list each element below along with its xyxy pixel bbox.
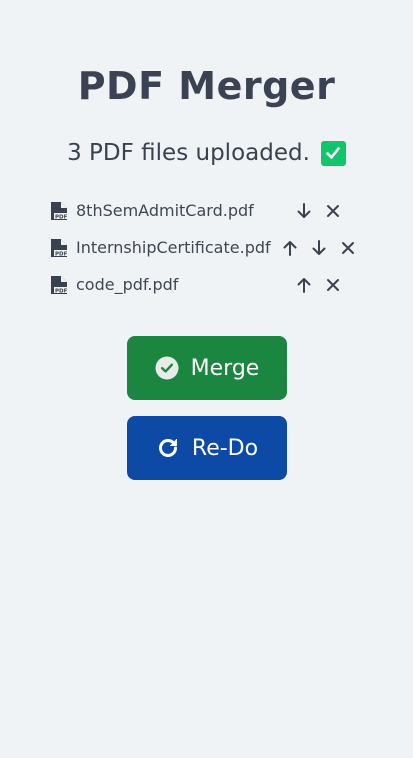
svg-text:PDF: PDF <box>55 215 68 221</box>
redo-button[interactable]: Re-Do <box>127 416 287 480</box>
move-down-button[interactable] <box>294 201 314 221</box>
upload-status-text: 3 PDF files uploaded. <box>67 140 310 166</box>
file-item: PDF 8thSemAdmitCard.pdf <box>50 199 254 223</box>
check-square-icon <box>320 140 346 166</box>
arrow-down-icon <box>312 240 326 255</box>
arrow-up-icon <box>283 241 297 256</box>
check-circle-icon <box>155 356 179 380</box>
move-up-button[interactable] <box>294 275 314 295</box>
arrow-down-icon <box>297 203 311 218</box>
move-down-button[interactable] <box>309 238 329 258</box>
file-item: PDF code_pdf.pdf <box>50 273 178 297</box>
remove-file-button[interactable] <box>338 238 358 258</box>
close-icon <box>327 205 339 217</box>
redo-arrow-icon <box>156 436 180 460</box>
remove-file-button[interactable] <box>323 201 343 221</box>
file-name: code_pdf.pdf <box>76 275 179 294</box>
svg-text:PDF: PDF <box>55 252 68 258</box>
file-item: PDF InternshipCertificate.pdf <box>50 236 271 260</box>
svg-text:PDF: PDF <box>55 289 68 295</box>
close-icon <box>327 279 339 291</box>
arrow-up-icon <box>297 278 311 293</box>
close-icon <box>342 242 354 254</box>
move-up-button[interactable] <box>280 238 300 258</box>
pdf-file-icon: PDF <box>50 238 68 258</box>
pdf-file-icon: PDF <box>50 201 68 221</box>
file-name: 8thSemAdmitCard.pdf <box>76 201 254 220</box>
upload-status: 3 PDF files uploaded. <box>0 138 413 168</box>
page-title: PDF Merger <box>77 64 336 108</box>
merge-button-label: Merge <box>190 355 260 381</box>
redo-button-label: Re-Do <box>191 435 259 461</box>
merge-button[interactable]: Merge <box>127 336 287 400</box>
file-name: InternshipCertificate.pdf <box>76 238 271 257</box>
remove-file-button[interactable] <box>323 275 343 295</box>
pdf-file-icon: PDF <box>50 275 68 295</box>
